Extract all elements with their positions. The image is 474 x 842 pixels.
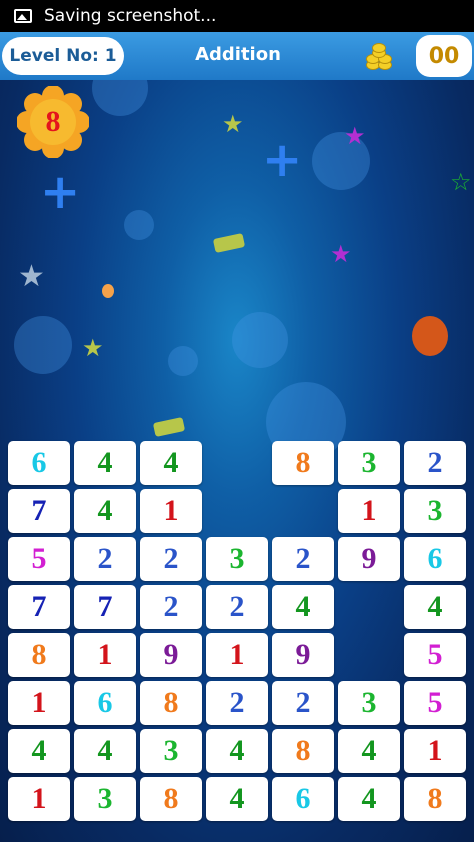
number-tile[interactable]: 3 xyxy=(404,489,466,533)
number-tile[interactable]: 8 xyxy=(140,777,202,821)
number-tile[interactable]: 4 xyxy=(74,729,136,773)
number-tile[interactable]: 5 xyxy=(8,537,70,581)
number-tile[interactable]: 2 xyxy=(140,537,202,581)
number-grid: 6448327411352232967722448191951682235443… xyxy=(0,32,474,842)
number-tile[interactable]: 8 xyxy=(8,633,70,677)
number-tile[interactable]: 1 xyxy=(206,633,268,677)
number-tile[interactable]: 3 xyxy=(338,441,400,485)
number-tile[interactable]: 5 xyxy=(404,633,466,677)
number-tile[interactable]: 8 xyxy=(404,777,466,821)
number-tile[interactable]: 1 xyxy=(8,681,70,725)
number-tile[interactable]: 8 xyxy=(272,441,334,485)
number-tile[interactable]: 2 xyxy=(206,585,268,629)
number-tile[interactable]: 4 xyxy=(404,585,466,629)
number-tile[interactable]: 7 xyxy=(74,585,136,629)
number-tile[interactable]: 6 xyxy=(272,777,334,821)
number-tile[interactable]: 6 xyxy=(404,537,466,581)
number-tile[interactable]: 4 xyxy=(338,729,400,773)
number-tile[interactable]: 9 xyxy=(140,633,202,677)
number-tile[interactable]: 4 xyxy=(8,729,70,773)
number-tile[interactable]: 9 xyxy=(272,633,334,677)
number-tile[interactable]: 2 xyxy=(140,585,202,629)
number-tile[interactable]: 2 xyxy=(272,681,334,725)
number-tile[interactable]: 4 xyxy=(74,441,136,485)
number-tile[interactable]: 8 xyxy=(140,681,202,725)
number-tile[interactable]: 9 xyxy=(338,537,400,581)
number-tile[interactable]: 7 xyxy=(8,489,70,533)
number-tile[interactable]: 3 xyxy=(74,777,136,821)
number-tile[interactable]: 2 xyxy=(272,537,334,581)
game-area: + + ★ ★ ☆ ★ ★ ★ ★ Level No: 1 Addition 0… xyxy=(0,32,474,842)
number-tile[interactable]: 1 xyxy=(140,489,202,533)
status-text: Saving screenshot... xyxy=(44,6,217,26)
number-tile[interactable]: 1 xyxy=(404,729,466,773)
number-tile[interactable]: 1 xyxy=(338,489,400,533)
number-tile[interactable]: 4 xyxy=(140,441,202,485)
number-tile[interactable]: 8 xyxy=(272,729,334,773)
number-tile[interactable]: 4 xyxy=(272,585,334,629)
number-tile[interactable]: 6 xyxy=(74,681,136,725)
number-tile[interactable]: 4 xyxy=(206,729,268,773)
number-tile[interactable]: 3 xyxy=(338,681,400,725)
number-tile[interactable]: 1 xyxy=(8,777,70,821)
number-tile[interactable]: 2 xyxy=(404,441,466,485)
status-bar: Saving screenshot... xyxy=(0,0,474,32)
number-tile[interactable]: 5 xyxy=(404,681,466,725)
number-tile[interactable]: 4 xyxy=(338,777,400,821)
number-tile[interactable]: 3 xyxy=(140,729,202,773)
number-tile[interactable]: 1 xyxy=(74,633,136,677)
number-tile[interactable]: 3 xyxy=(206,537,268,581)
number-tile[interactable]: 7 xyxy=(8,585,70,629)
number-tile[interactable]: 2 xyxy=(206,681,268,725)
number-tile[interactable]: 4 xyxy=(206,777,268,821)
number-tile[interactable]: 4 xyxy=(74,489,136,533)
image-icon xyxy=(14,9,32,23)
number-tile[interactable]: 6 xyxy=(8,441,70,485)
number-tile[interactable]: 2 xyxy=(74,537,136,581)
